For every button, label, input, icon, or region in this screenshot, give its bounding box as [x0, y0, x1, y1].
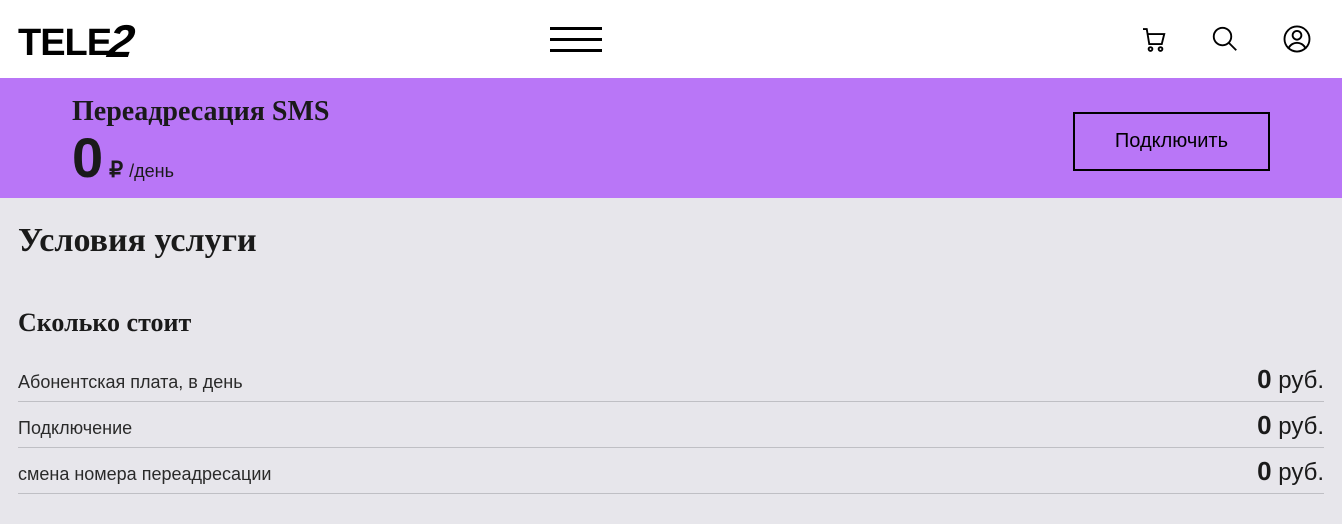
- price-label: смена номера переадресации: [18, 464, 271, 485]
- sub-title: Сколько стоит: [18, 308, 1324, 338]
- price-value: 0 руб.: [1257, 456, 1324, 487]
- price-amount: 0: [72, 130, 103, 186]
- price-currency: ₽: [109, 157, 123, 183]
- service-price: 0 ₽ /день: [72, 130, 329, 186]
- section-title: Условия услуги: [18, 222, 1324, 260]
- cart-icon[interactable]: [1138, 24, 1168, 54]
- price-row: Абонентская плата, в день 0 руб.: [18, 356, 1324, 402]
- search-icon[interactable]: [1210, 24, 1240, 54]
- service-banner: Переадресация SMS 0 ₽ /день Подключить: [0, 78, 1342, 198]
- logo-text: TELE: [18, 22, 111, 65]
- price-period: /день: [129, 161, 174, 182]
- price-row: смена номера переадресации 0 руб.: [18, 448, 1324, 494]
- price-row: Подключение 0 руб.: [18, 402, 1324, 448]
- menu-icon[interactable]: [550, 27, 602, 52]
- main-content: Условия услуги Сколько стоит Абонентская…: [0, 198, 1342, 524]
- price-label: Подключение: [18, 418, 132, 439]
- logo[interactable]: TELE2: [18, 12, 134, 66]
- header: TELE2: [0, 0, 1342, 78]
- header-icons: [1138, 24, 1312, 54]
- banner-info: Переадресация SMS 0 ₽ /день: [72, 96, 329, 186]
- service-title: Переадресация SMS: [72, 96, 329, 128]
- price-value: 0 руб.: [1257, 364, 1324, 395]
- price-value: 0 руб.: [1257, 410, 1324, 441]
- profile-icon[interactable]: [1282, 24, 1312, 54]
- connect-button[interactable]: Подключить: [1073, 112, 1270, 171]
- price-label: Абонентская плата, в день: [18, 372, 243, 393]
